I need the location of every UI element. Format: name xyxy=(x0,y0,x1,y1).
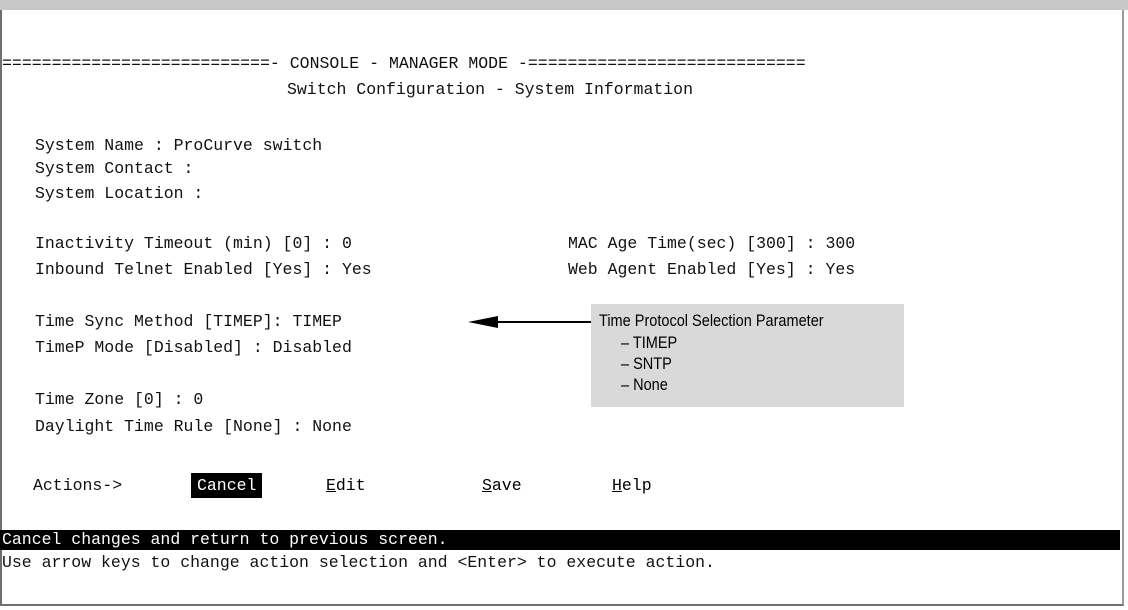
screen-title: Switch Configuration - System Informatio… xyxy=(287,80,693,99)
callout-title: Time Protocol Selection Parameter xyxy=(599,312,824,330)
callout-arrow-line xyxy=(496,321,596,323)
help-hotkey: H xyxy=(612,476,622,495)
time-protocol-callout: Time Protocol Selection Parameter – TIME… xyxy=(591,304,904,407)
help-action[interactable]: Help xyxy=(612,473,652,498)
cancel-action[interactable]: Cancel xyxy=(191,473,263,498)
help-hint: Use arrow keys to change action selectio… xyxy=(2,553,715,572)
save-hotkey: S xyxy=(482,476,492,495)
web-agent-field[interactable]: Web Agent Enabled [Yes] : Yes xyxy=(568,260,855,280)
callout-item-sntp: – SNTP xyxy=(621,355,672,373)
callout-item-none: – None xyxy=(621,376,668,394)
time-sync-method-field[interactable]: Time Sync Method [TIMEP]: TIMEP xyxy=(35,312,342,332)
callout-item-timep: – TIMEP xyxy=(621,334,678,352)
mac-age-time-field[interactable]: MAC Age Time(sec) [300] : 300 xyxy=(568,234,855,254)
status-message-bar: Cancel changes and return to previous sc… xyxy=(0,530,1120,550)
actions-label: Actions-> xyxy=(33,476,123,495)
console-banner: ===========================- CONSOLE - M… xyxy=(2,54,806,73)
save-action[interactable]: Save xyxy=(482,473,522,498)
status-message: Cancel changes and return to previous sc… xyxy=(2,530,448,549)
top-bar xyxy=(0,0,1128,10)
time-zone-field[interactable]: Time Zone [0] : 0 xyxy=(35,390,203,410)
callout-arrow-head xyxy=(468,316,498,328)
edit-label-rest: dit xyxy=(335,476,366,495)
daylight-time-rule-field[interactable]: Daylight Time Rule [None] : None xyxy=(35,417,352,437)
edit-action[interactable]: Edit xyxy=(326,473,366,498)
system-contact-field[interactable]: System Contact : xyxy=(35,159,193,179)
help-label-rest: elp xyxy=(621,476,652,495)
system-name-field[interactable]: System Name : ProCurve switch xyxy=(35,136,322,156)
system-location-field[interactable]: System Location : xyxy=(35,184,203,204)
timep-mode-field[interactable]: TimeP Mode [Disabled] : Disabled xyxy=(35,338,352,358)
save-label-rest: ave xyxy=(491,476,522,495)
inbound-telnet-field[interactable]: Inbound Telnet Enabled [Yes] : Yes xyxy=(35,260,372,280)
inactivity-timeout-field[interactable]: Inactivity Timeout (min) [0] : 0 xyxy=(35,234,352,254)
edit-hotkey: E xyxy=(326,476,336,495)
